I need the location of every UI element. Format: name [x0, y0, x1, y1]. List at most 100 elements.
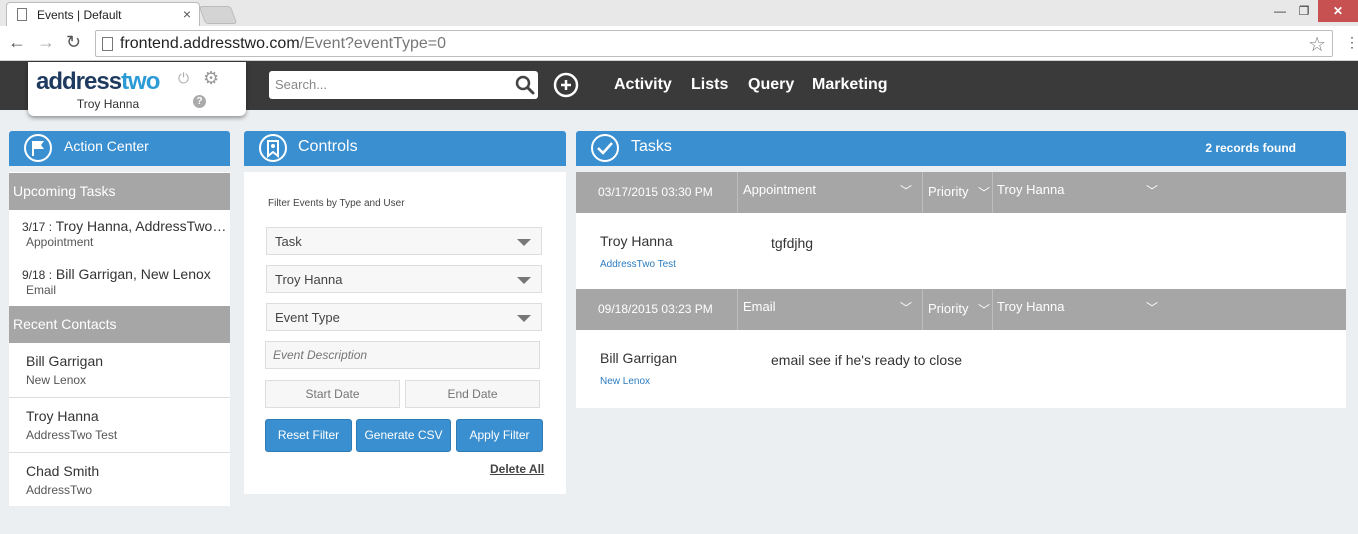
event-type-select[interactable]: Event Type [266, 303, 542, 331]
action-center-panel: Upcoming Tasks 3/17 : Troy Hanna, Addres… [9, 172, 230, 506]
reset-filter-button[interactable]: Reset Filter [265, 419, 352, 452]
task-datetime: 09/18/2015 03:23 PM [598, 302, 713, 316]
browser-menu-icon[interactable]: ⋮ [1345, 34, 1358, 51]
task-type-select[interactable]: Email ﹀ [738, 289, 923, 330]
power-icon[interactable]: ⏻ [178, 70, 189, 87]
search-input[interactable] [275, 77, 505, 92]
tasks-header: Tasks 2 records found [576, 131, 1346, 166]
task-datetime-cell: 03/17/2015 03:30 PM [576, 172, 738, 213]
task-contact-name[interactable]: Troy Hanna [600, 233, 673, 249]
url-field[interactable]: frontend.addresstwo.com/Event?eventType=… [95, 30, 1333, 57]
contact-name: Bill Garrigan [26, 353, 104, 369]
bookmark-icon [259, 134, 287, 162]
page-icon [102, 37, 113, 51]
dropdown-caret-icon [517, 315, 531, 322]
help-icon[interactable]: ? [193, 95, 206, 108]
user-select[interactable]: Troy Hanna [266, 265, 542, 293]
recent-contacts-header[interactable]: Recent Contacts [9, 306, 230, 343]
chevron-down-icon: ﹀ [1145, 184, 1158, 198]
task-assignee-select[interactable]: Troy Hanna ﹀ [993, 172, 1168, 213]
type-select[interactable]: Task [266, 227, 542, 255]
task-type: Appointment [26, 235, 94, 249]
task-priority-select[interactable]: Priority ﹀ [923, 289, 993, 330]
controls-panel: Filter Events by Type and User Task Troy… [244, 172, 566, 494]
bookmark-star-icon[interactable]: ☆ [1308, 32, 1326, 57]
user-select-value: Troy Hanna [275, 272, 343, 287]
task-type-select[interactable]: Appointment ﹀ [738, 172, 923, 213]
end-date-input[interactable] [405, 380, 540, 408]
logo[interactable]: addresstwo [36, 68, 160, 96]
task-assignee-select[interactable]: Troy Hanna ﹀ [993, 289, 1168, 330]
upcoming-task-item[interactable]: 3/17 : Troy Hanna, AddressTwo Test Appoi… [22, 218, 227, 249]
generate-csv-button[interactable]: Generate CSV [356, 419, 451, 452]
new-tab-button[interactable] [198, 6, 238, 24]
url-host: frontend.addresstwo.com [120, 35, 300, 52]
gear-icon[interactable]: ⚙ [203, 68, 219, 89]
close-tab-icon[interactable]: × [183, 6, 191, 22]
back-icon[interactable]: ← [8, 32, 26, 53]
window-close-icon[interactable]: ✕ [1318, 0, 1358, 22]
task-assignee-value: Troy Hanna [997, 182, 1065, 197]
dropdown-caret-icon [517, 277, 531, 284]
task-date: 9/18 : [22, 268, 53, 282]
minimize-icon[interactable]: — [1268, 0, 1292, 22]
tasks-panel: 03/17/2015 03:30 PM Appointment ﹀ Priorit… [576, 172, 1346, 408]
check-circle-icon [591, 134, 619, 162]
task-company-link[interactable]: AddressTwo Test [600, 259, 676, 270]
logo-light-text: two [121, 68, 160, 95]
start-date-input[interactable] [265, 380, 400, 408]
reload-icon[interactable]: ↻ [66, 32, 81, 53]
flag-icon [24, 134, 52, 162]
type-select-value: Task [275, 234, 302, 249]
nav-activity[interactable]: Activity [614, 76, 672, 94]
dropdown-caret-icon [517, 239, 531, 246]
search-box [269, 71, 538, 99]
page-icon [17, 8, 27, 21]
tasks-title: Tasks [631, 138, 672, 155]
nav-lists[interactable]: Lists [691, 76, 728, 94]
contact-name: Troy Hanna [26, 408, 99, 424]
priority-label: Priority [928, 184, 969, 199]
contact-company: New Lenox [26, 373, 87, 387]
task-detail[interactable]: Troy Hanna AddressTwo Test tgfdjhg [576, 213, 1346, 289]
url-path: /Event?eventType=0 [299, 35, 446, 52]
recent-contact-item[interactable]: Chad Smith AddressTwo [9, 453, 230, 508]
nav-query[interactable]: Query [748, 76, 794, 94]
nav-marketing[interactable]: Marketing [812, 76, 888, 94]
logo-dark-text: address [36, 68, 122, 95]
task-priority-select[interactable]: Priority ﹀ [923, 172, 993, 213]
contact-company: AddressTwo Test [26, 428, 118, 442]
task-type: Email [26, 283, 57, 297]
task-detail[interactable]: Bill Garrigan New Lenox email see if he'… [576, 330, 1346, 406]
task-contact-name[interactable]: Bill Garrigan [600, 350, 677, 366]
tab-title: Events | Default [37, 8, 122, 22]
add-quick-icon[interactable] [553, 72, 579, 98]
action-center-title: Action Center [64, 138, 149, 154]
recent-contact-item[interactable]: Bill Garrigan New Lenox [9, 343, 230, 398]
task-company-link[interactable]: New Lenox [600, 376, 650, 387]
delete-all-link[interactable]: Delete All [490, 462, 544, 476]
forward-icon[interactable]: → [37, 32, 55, 53]
event-description-input[interactable] [265, 341, 540, 369]
task-type-value: Email [743, 299, 776, 314]
chevron-down-icon: ﹀ [1145, 301, 1158, 315]
restore-icon[interactable]: ❐ [1292, 0, 1316, 22]
browser-tab[interactable]: Events | Default × [6, 2, 200, 26]
upcoming-tasks-header[interactable]: Upcoming Tasks [9, 173, 230, 210]
search-icon[interactable] [514, 74, 536, 96]
upcoming-task-item[interactable]: 9/18 : Bill Garrigan, New Lenox Email [22, 266, 227, 297]
recent-contact-item[interactable]: Troy Hanna AddressTwo Test [9, 398, 230, 453]
priority-label: Priority [928, 301, 969, 316]
chevron-down-icon: ﹀ [977, 303, 990, 317]
action-center-header: Action Center [9, 131, 230, 166]
controls-title: Controls [298, 138, 358, 155]
chevron-down-icon: ﹀ [899, 184, 912, 198]
task-description: email see if he's ready to close [771, 352, 962, 368]
apply-filter-button[interactable]: Apply Filter [456, 419, 543, 452]
user-name: Troy Hanna [76, 97, 140, 111]
event-type-select-value: Event Type [275, 310, 340, 325]
task-date: 3/17 : [22, 220, 53, 234]
logo-card: addresstwo Troy Hanna ⏻ ⚙ ? [28, 62, 246, 116]
filter-title: Filter Events by Type and User [268, 198, 405, 209]
task-assignee-value: Troy Hanna [997, 299, 1065, 314]
